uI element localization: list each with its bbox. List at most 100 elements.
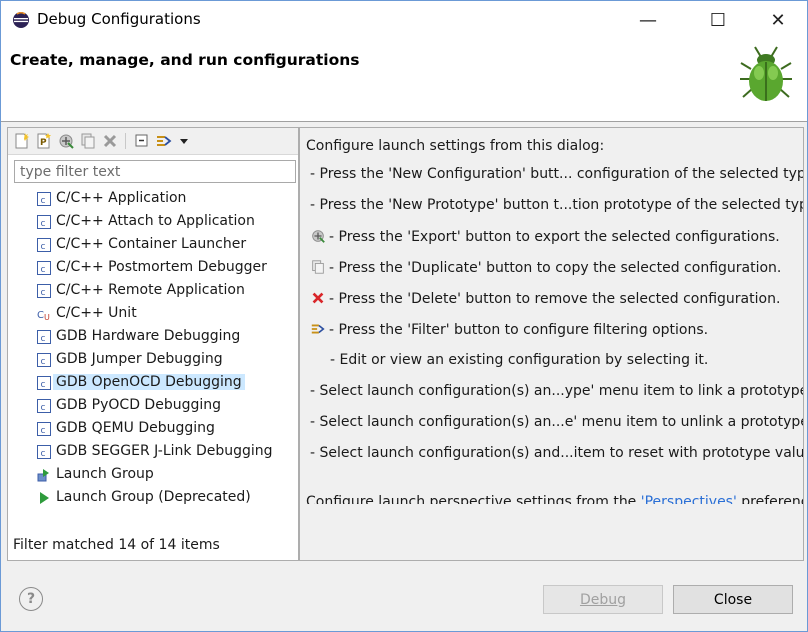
debug-configurations-dialog: Debug Configurations — ☐ ✕ Create, manag… — [0, 0, 808, 632]
tree-item[interactable]: CU C/C++ Unit — [8, 303, 298, 326]
help-line-text: - Press the 'New Prototype' button t...t… — [310, 197, 803, 213]
close-button[interactable]: Close — [673, 585, 793, 614]
help-line-text: - Select launch configuration(s) and...i… — [310, 445, 803, 461]
new-configuration-icon[interactable] — [13, 132, 31, 150]
export-icon[interactable] — [57, 132, 75, 150]
help-line: - Press the 'Duplicate' button to copy t… — [310, 259, 781, 276]
duplicate-icon — [312, 260, 324, 274]
configuration-tree: c C/C++ Application c C/C++ Attach to Ap… — [8, 188, 298, 510]
new-prototype-icon[interactable]: P — [35, 132, 53, 150]
close-window-button[interactable]: ✕ — [755, 1, 801, 39]
debug-button-label: Debug — [579, 591, 627, 608]
c-config-icon: c — [37, 399, 51, 413]
tree-item[interactable]: Launch Group (Deprecated) — [8, 487, 298, 510]
c-config-icon: c — [37, 238, 51, 252]
configurations-toolbar: P — [8, 128, 298, 155]
configuration-list-pane: P type filter text c C/C++ Application c… — [7, 127, 299, 561]
help-line-text: - Edit or view an existing configuration… — [330, 352, 709, 368]
c-config-icon: c — [37, 215, 51, 229]
tree-item[interactable]: c C/C++ Attach to Application — [8, 211, 298, 234]
eclipse-icon — [13, 12, 29, 28]
intro-text: Configure launch settings from this dial… — [306, 138, 605, 154]
tree-item[interactable]: c C/C++ Container Launcher — [8, 234, 298, 257]
tree-item-label: C/C++ Postmortem Debugger — [56, 259, 267, 275]
help-line-text: - Select launch configuration(s) an...yp… — [310, 383, 803, 399]
perspectives-link[interactable]: 'Perspectives' — [641, 494, 737, 504]
perspectives-suffix: preference — [741, 494, 803, 504]
help-line-text: - Press the 'Duplicate' button to copy t… — [329, 260, 782, 276]
tree-item[interactable]: c C/C++ Postmortem Debugger — [8, 257, 298, 280]
debug-button[interactable]: Debug — [543, 585, 663, 614]
filter-input[interactable] — [14, 160, 296, 183]
cu-unit-icon: CU — [37, 310, 50, 321]
tree-item[interactable]: c GDB Jumper Debugging — [8, 349, 298, 372]
help-line: - Press the 'New Configuration' butt... … — [310, 166, 803, 182]
tree-item-label: GDB QEMU Debugging — [56, 420, 215, 436]
filter-status: Filter matched 14 of 14 items — [13, 537, 220, 553]
title-banner: Create, manage, and run configurations — [1, 39, 807, 122]
tree-item-label: Launch Group — [56, 466, 154, 482]
tree-item[interactable]: c GDB SEGGER J-Link Debugging — [8, 441, 298, 464]
delete-icon — [312, 292, 324, 304]
tree-item-label: GDB Jumper Debugging — [56, 351, 223, 367]
tree-item-label: Launch Group (Deprecated) — [56, 489, 251, 505]
tree-item-label: C/C++ Unit — [56, 305, 137, 321]
bug-icon — [740, 46, 792, 101]
help-line: - Press the 'Filter' button to configure… — [310, 321, 708, 338]
c-config-icon: c — [37, 330, 51, 344]
svg-text:c: c — [41, 334, 46, 344]
filter-icon — [311, 324, 325, 334]
minimize-button[interactable]: — — [625, 1, 671, 39]
tree-item-selected[interactable]: c GDB OpenOCD Debugging — [8, 372, 298, 395]
help-text-area: Configure launch settings from this dial… — [300, 128, 803, 504]
maximize-button[interactable]: ☐ — [695, 1, 741, 39]
c-config-icon: c — [37, 284, 51, 298]
svg-text:P: P — [40, 138, 47, 148]
svg-text:c: c — [41, 380, 46, 390]
tree-item-label: GDB PyOCD Debugging — [56, 397, 222, 413]
tree-item-label: GDB SEGGER J-Link Debugging — [56, 443, 273, 459]
perspectives-text: Configure launch perspective settings fr… — [306, 494, 803, 504]
help-line: - Select launch configuration(s) and...i… — [310, 445, 803, 461]
svg-text:c: c — [41, 357, 46, 367]
filter-icon[interactable] — [155, 132, 173, 150]
svg-text:c: c — [41, 265, 46, 275]
tree-item-label: C/C++ Remote Application — [56, 282, 245, 298]
tree-item[interactable]: c GDB PyOCD Debugging — [8, 395, 298, 418]
svg-text:c: c — [41, 403, 46, 413]
c-config-icon: c — [37, 376, 51, 390]
tree-item[interactable]: c C/C++ Remote Application — [8, 280, 298, 303]
tree-item[interactable]: c C/C++ Application — [8, 188, 298, 211]
svg-text:c: c — [41, 288, 46, 298]
help-line-text: - Select launch configuration(s) an...e'… — [310, 414, 803, 430]
tree-item[interactable]: Launch Group — [8, 464, 298, 487]
window-title: Debug Configurations — [37, 10, 201, 28]
c-config-icon: c — [37, 445, 51, 459]
duplicate-icon[interactable] — [79, 132, 97, 150]
tree-item-label: C/C++ Container Launcher — [56, 236, 247, 252]
tree-item[interactable]: c GDB Hardware Debugging — [8, 326, 298, 349]
tree-item[interactable]: c GDB QEMU Debugging — [8, 418, 298, 441]
svg-text:c: c — [41, 449, 46, 459]
svg-text:c: c — [41, 196, 46, 206]
c-config-icon: c — [37, 192, 51, 206]
help-line-text: - Press the 'Export' button to export th… — [329, 229, 780, 245]
view-menu-icon[interactable] — [175, 132, 193, 150]
tree-item-label: GDB OpenOCD Debugging — [53, 374, 245, 390]
c-config-icon: c — [37, 261, 51, 275]
tree-item-label: C/C++ Application — [56, 190, 187, 206]
export-icon — [312, 230, 325, 243]
title-bar[interactable]: Debug Configurations — ☐ ✕ — [1, 1, 807, 39]
c-config-icon: c — [37, 353, 51, 367]
collapse-all-icon[interactable] — [133, 132, 151, 150]
help-line: - Edit or view an existing configuration… — [330, 352, 708, 368]
help-line: - Select launch configuration(s) an...yp… — [310, 383, 803, 399]
toolbar-separator — [125, 133, 126, 149]
help-icon[interactable]: ? — [19, 587, 43, 611]
svg-text:C: C — [37, 310, 44, 321]
help-line-text: - Press the 'Filter' button to configure… — [329, 322, 709, 338]
launch-group-icon — [37, 469, 49, 482]
help-line: - Press the 'Export' button to export th… — [310, 228, 780, 245]
delete-icon[interactable] — [101, 132, 119, 150]
help-line: - Press the 'New Prototype' button t...t… — [310, 197, 803, 213]
